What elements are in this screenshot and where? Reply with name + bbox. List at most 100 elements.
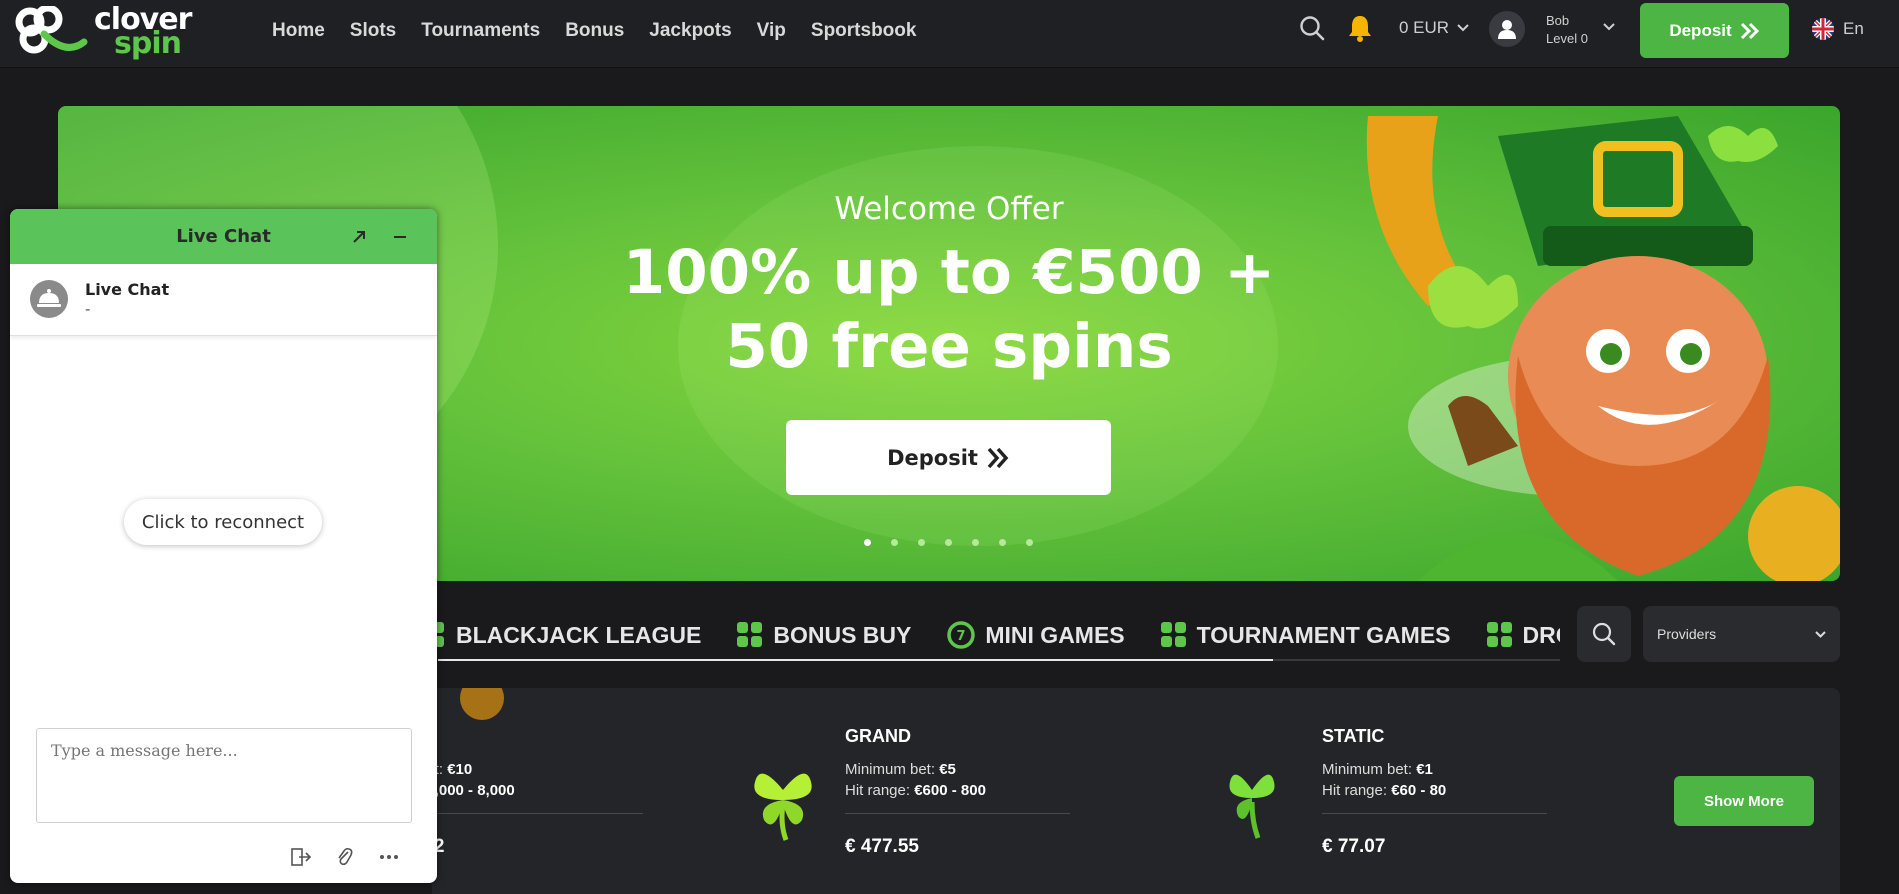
providers-dropdown[interactable]: Providers — [1643, 606, 1840, 662]
svg-text:7: 7 — [957, 629, 966, 644]
more-options-icon[interactable] — [378, 846, 400, 868]
jackpot-static-minbet-value: €1 — [1416, 761, 1433, 778]
double-chevron-right-icon — [987, 447, 1009, 468]
clover-icon — [1229, 774, 1275, 839]
grid-icon — [1486, 622, 1512, 647]
jackpot-static-minbet-label: Minimum bet: — [1322, 761, 1413, 778]
grid-icon — [737, 622, 763, 647]
category-label: MINI GAMES — [985, 621, 1125, 648]
divider — [432, 813, 643, 814]
search-icon — [1592, 622, 1616, 646]
jackpot-static-range: Hit range: €60 - 80 — [1322, 780, 1547, 801]
jackpot-first: bet: €10 €6,000 - 8,000 .92 — [432, 726, 643, 858]
language-selector[interactable]: En — [1812, 18, 1864, 40]
category-tournament-games[interactable]: TOURNAMENT GAMES — [1160, 621, 1451, 649]
chevron-down-icon — [1815, 630, 1826, 638]
nav-sportsbook[interactable]: Sportsbook — [811, 20, 917, 42]
jackpot-grand-title: GRAND — [845, 726, 911, 746]
paperclip-icon[interactable] — [334, 846, 356, 868]
concierge-bell-icon — [30, 280, 68, 318]
category-label: BLACKJACK LEAGUE — [456, 621, 702, 648]
category-scrollbar[interactable] — [438, 659, 1560, 661]
jackpot-first-minbet-value: €10 — [447, 761, 473, 778]
jackpot-static-range-label: Hit range: — [1322, 782, 1388, 799]
main-nav: Home Slots Tournaments Bonus Jackpots Vi… — [272, 0, 941, 62]
divider — [845, 813, 1070, 814]
nav-bonus[interactable]: Bonus — [565, 20, 624, 42]
carousel-dots — [864, 539, 1033, 546]
jackpot-grand-amount: € 477.55 — [845, 836, 919, 857]
header-deposit-button[interactable]: Deposit — [1640, 3, 1789, 58]
jackpot-grand-range: Hit range: €600 - 800 — [845, 780, 1070, 801]
carousel-dot[interactable] — [918, 539, 925, 546]
clover-logo-icon — [15, 6, 88, 54]
live-chat-widget: Live Chat Live Chat - Click to reconnect — [10, 209, 437, 883]
logo-text-spin: spin — [114, 26, 182, 61]
game-search-button[interactable] — [1577, 606, 1631, 662]
chat-item-preview: - — [85, 300, 91, 318]
carousel-dot[interactable] — [945, 539, 952, 546]
nav-slots[interactable]: Slots — [350, 20, 396, 42]
category-blackjack-league[interactable]: BLACKJACK LEAGUE — [432, 622, 701, 649]
carousel-dot[interactable] — [891, 539, 898, 546]
end-chat-icon[interactable] — [290, 846, 312, 868]
carousel-dot[interactable] — [1026, 539, 1033, 546]
minimize-icon[interactable] — [388, 225, 412, 249]
jackpot-first-amount: .92 — [432, 836, 445, 857]
jackpot-first-range-value: €6,000 - 8,000 — [432, 782, 515, 799]
jackpot-grand-range-value: €600 - 800 — [914, 782, 986, 799]
category-scrollbar-thumb[interactable] — [438, 659, 1273, 661]
popout-icon[interactable] — [347, 225, 371, 249]
show-more-button[interactable]: Show More — [1674, 776, 1814, 826]
category-label: DROP — [1522, 621, 1561, 648]
grid-icon — [1160, 622, 1186, 647]
jackpot-grand-range-label: Hit range: — [845, 782, 911, 799]
category-bar: BLACKJACK LEAGUE BONUS BUY 7 MINI GAMES … — [432, 606, 1560, 664]
providers-label: Providers — [1657, 626, 1717, 642]
balance-dropdown[interactable]: 0 EUR — [1399, 18, 1469, 38]
jackpot-panel: bet: €10 €6,000 - 8,000 .92 GRAND Minimu… — [432, 688, 1840, 894]
category-drop[interactable]: DROP — [1486, 621, 1561, 649]
category-label: BONUS BUY — [773, 621, 912, 648]
language-label: En — [1843, 19, 1864, 38]
chevron-down-icon — [1603, 23, 1615, 31]
bell-icon[interactable] — [1345, 12, 1375, 44]
carousel-dot[interactable] — [864, 539, 871, 546]
clover-icon — [754, 773, 812, 841]
chat-message-input[interactable] — [36, 728, 412, 823]
jackpot-static-amount: € 77.07 — [1322, 836, 1386, 857]
jackpot-static-minbet: Minimum bet: €1 — [1322, 759, 1547, 780]
mini-games-icon: 7 — [947, 621, 976, 649]
jackpot-grand: GRAND Minimum bet: €5 Hit range: €600 - … — [845, 726, 1070, 858]
carousel-dot[interactable] — [972, 539, 979, 546]
balance-value: 0 EUR — [1399, 18, 1450, 37]
user-level: Level 0 — [1546, 31, 1588, 46]
category-label: TOURNAMENT GAMES — [1196, 621, 1451, 648]
chevron-down-icon — [1457, 24, 1469, 32]
banner-deposit-button[interactable]: Deposit — [786, 420, 1111, 495]
nav-jackpots[interactable]: Jackpots — [649, 20, 731, 42]
category-mini-games[interactable]: 7 MINI GAMES — [947, 621, 1125, 649]
banner-deposit-label: Deposit — [887, 445, 978, 470]
nav-tournaments[interactable]: Tournaments — [421, 20, 540, 42]
coin-decoration — [460, 688, 504, 720]
chat-item-name: Live Chat — [85, 280, 170, 299]
chat-header: Live Chat — [10, 209, 437, 264]
jackpot-grand-minbet-value: €5 — [939, 761, 956, 778]
search-icon[interactable] — [1297, 12, 1327, 44]
reconnect-button[interactable]: Click to reconnect — [124, 499, 322, 545]
chat-conversation-item[interactable]: Live Chat - — [10, 264, 437, 336]
carousel-dot[interactable] — [999, 539, 1006, 546]
chat-title: Live Chat — [176, 226, 271, 247]
nav-home[interactable]: Home — [272, 20, 325, 42]
logo[interactable]: clover spin — [14, 4, 214, 60]
user-menu[interactable]: Bob Level 0 — [1489, 9, 1619, 51]
nav-vip[interactable]: Vip — [757, 20, 786, 42]
double-chevron-right-icon — [1740, 22, 1759, 39]
uk-flag-icon — [1812, 18, 1834, 40]
top-header: clover spin Home Slots Tournaments Bonus… — [0, 0, 1899, 68]
category-bonus-buy[interactable]: BONUS BUY — [737, 622, 911, 649]
user-name: Bob — [1546, 13, 1570, 28]
user-avatar-icon — [1489, 11, 1525, 47]
chat-toolbar — [290, 846, 400, 868]
